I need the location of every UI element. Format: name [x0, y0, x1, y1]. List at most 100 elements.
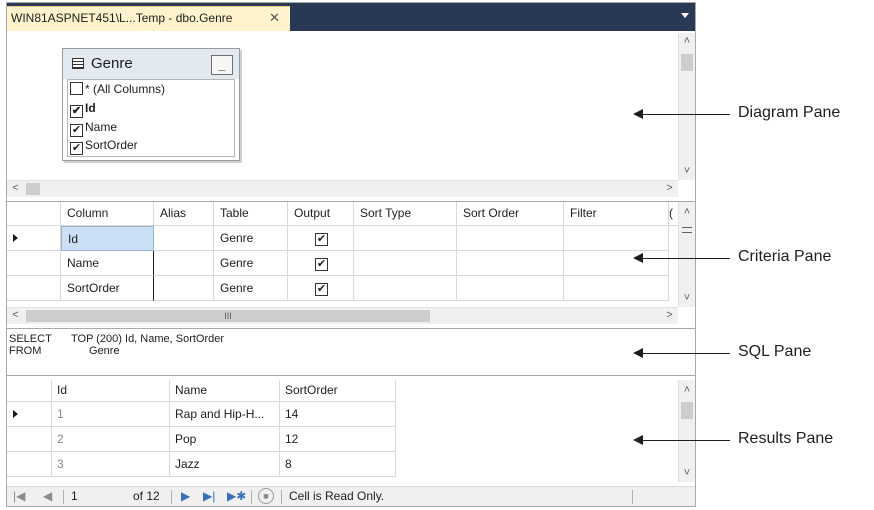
criteria-cell-alias[interactable]: [154, 251, 214, 276]
criteria-cell-table[interactable]: Genre: [214, 226, 288, 251]
tab-title: WIN81ASPNET451\L...Temp - dbo.Genre: [11, 11, 233, 25]
scroll-down-icon[interactable]: ˅: [679, 290, 695, 307]
criteria-cell-output[interactable]: ✔: [288, 276, 354, 301]
checkbox-unchecked[interactable]: [70, 82, 83, 95]
criteria-cell-column[interactable]: Name: [61, 251, 154, 276]
annotation-line: [642, 353, 730, 354]
filter-header[interactable]: Filter: [564, 202, 669, 226]
scroll-down-icon[interactable]: ˅: [679, 163, 695, 180]
scroll-left-icon[interactable]: <: [7, 181, 24, 197]
alias-header[interactable]: Alias: [154, 202, 214, 226]
criteria-cell-output[interactable]: ✔: [288, 251, 354, 276]
criteria-cell-sort-order[interactable]: [457, 226, 564, 251]
criteria-cell-alias[interactable]: [154, 226, 214, 251]
results-vertical-scrollbar[interactable]: ˄ ˅: [678, 380, 695, 482]
table-widget-header[interactable]: Genre _: [63, 49, 239, 79]
row-selector[interactable]: [7, 276, 61, 301]
annotation-line: [642, 114, 730, 115]
divider: [632, 490, 633, 504]
document-tab[interactable]: WIN81ASPNET451\L...Temp - dbo.Genre ✕: [7, 6, 290, 31]
result-cell-name[interactable]: Jazz: [170, 452, 280, 477]
sort-order-header[interactable]: Sort Order: [457, 202, 564, 226]
checkbox-checked[interactable]: ✔: [70, 105, 83, 118]
query-designer-window: WIN81ASPNET451\L...Temp - dbo.Genre ✕ Ge…: [6, 2, 696, 507]
checkbox-checked[interactable]: ✔: [70, 142, 83, 155]
name-header[interactable]: Name: [170, 380, 280, 402]
sql-keyword-select: SELECT: [9, 333, 52, 345]
tab-overflow-dropdown-icon[interactable]: [681, 13, 689, 18]
criteria-cell-table[interactable]: Genre: [214, 276, 288, 301]
scroll-left-icon[interactable]: <: [7, 308, 24, 324]
stop-query-icon[interactable]: ■: [258, 488, 274, 504]
criteria-cell-column[interactable]: SortOrder: [61, 276, 154, 301]
result-cell-id[interactable]: 3: [52, 452, 170, 477]
table-header[interactable]: Table: [214, 202, 288, 226]
checkbox-checked[interactable]: ✔: [70, 124, 83, 137]
output-checkbox[interactable]: ✔: [315, 233, 328, 246]
scroll-up-icon[interactable]: ˄: [679, 33, 695, 50]
diagram-pane: Genre _ * (All Columns) ✔ Id ✔ Name ✔ SortO…: [7, 31, 695, 198]
criteria-cell-table[interactable]: Genre: [214, 251, 288, 276]
criteria-horizontal-scrollbar[interactable]: < III >: [7, 307, 678, 324]
result-cell-name[interactable]: Rap and Hip-H...: [170, 402, 280, 427]
scroll-thumb[interactable]: III: [26, 310, 430, 322]
minimize-button[interactable]: _: [211, 55, 233, 75]
scroll-right-icon[interactable]: >: [661, 181, 678, 197]
diagram-horizontal-scrollbar[interactable]: < >: [7, 180, 678, 197]
row-selector[interactable]: [7, 427, 52, 452]
close-icon[interactable]: ✕: [269, 10, 280, 26]
scroll-up-icon[interactable]: ˄: [679, 382, 695, 399]
sortorder-header[interactable]: SortOrder: [280, 380, 396, 402]
column-item-name[interactable]: ✔ Name: [70, 120, 117, 138]
result-cell-name[interactable]: Pop: [170, 427, 280, 452]
column-item-sortorder[interactable]: ✔ SortOrder: [70, 138, 138, 156]
result-cell-id[interactable]: 2: [52, 427, 170, 452]
criteria-cell-alias[interactable]: [154, 276, 214, 301]
scroll-thumb[interactable]: [681, 54, 693, 71]
criteria-cell-filter[interactable]: [564, 251, 669, 276]
column-header[interactable]: Column: [61, 202, 154, 226]
criteria-cell-column[interactable]: Id: [61, 226, 154, 251]
row-selector[interactable]: [7, 402, 52, 427]
criteria-cell-sort-type[interactable]: [354, 226, 457, 251]
criteria-cell-sort-order[interactable]: [457, 276, 564, 301]
row-selector[interactable]: [7, 226, 61, 251]
new-record-icon[interactable]: ▶✱: [227, 489, 246, 503]
result-cell-sortorder[interactable]: 14: [280, 402, 396, 427]
result-cell-sortorder[interactable]: 8: [280, 452, 396, 477]
sort-type-header[interactable]: Sort Type: [354, 202, 457, 226]
column-label: * (All Columns): [85, 82, 166, 96]
scroll-thumb[interactable]: [681, 402, 693, 419]
result-cell-id[interactable]: 1: [52, 402, 170, 427]
scroll-thumb[interactable]: [26, 183, 40, 195]
column-item-id[interactable]: ✔ Id: [70, 101, 96, 119]
row-selector[interactable]: [7, 251, 61, 276]
id-header[interactable]: Id: [52, 380, 170, 402]
last-record-icon[interactable]: ▶|: [203, 489, 215, 503]
table-widget-title: Genre: [91, 55, 133, 72]
scroll-down-icon[interactable]: ˅: [679, 465, 695, 482]
output-header[interactable]: Output: [288, 202, 354, 226]
previous-record-icon[interactable]: ◀: [43, 489, 52, 503]
output-checkbox[interactable]: ✔: [315, 283, 328, 296]
sql-pane[interactable]: SELECT TOP (200) Id, Name, SortOrder FRO…: [7, 328, 695, 376]
criteria-cell-sort-type[interactable]: [354, 276, 457, 301]
scroll-right-icon[interactable]: >: [661, 308, 678, 324]
next-record-icon[interactable]: ▶: [181, 489, 190, 503]
current-record-input[interactable]: 1: [71, 489, 78, 503]
diagram-vertical-scrollbar[interactable]: ˄ ˅: [678, 33, 695, 180]
criteria-cell-filter[interactable]: [564, 226, 669, 251]
criteria-cell-sort-order[interactable]: [457, 251, 564, 276]
genre-table-widget[interactable]: Genre _ * (All Columns) ✔ Id ✔ Name ✔ SortO…: [62, 48, 240, 161]
criteria-cell-output[interactable]: ✔: [288, 226, 354, 251]
output-checkbox[interactable]: ✔: [315, 258, 328, 271]
scroll-grip-icon[interactable]: [682, 227, 692, 233]
column-item-all[interactable]: * (All Columns): [70, 82, 165, 100]
criteria-vertical-scrollbar[interactable]: ˄ ˅: [678, 202, 695, 307]
result-cell-sortorder[interactable]: 12: [280, 427, 396, 452]
row-selector[interactable]: [7, 452, 52, 477]
criteria-cell-sort-type[interactable]: [354, 251, 457, 276]
criteria-cell-filter[interactable]: [564, 276, 669, 301]
first-record-icon[interactable]: |◀: [13, 489, 25, 503]
scroll-up-icon[interactable]: ˄: [679, 204, 695, 221]
